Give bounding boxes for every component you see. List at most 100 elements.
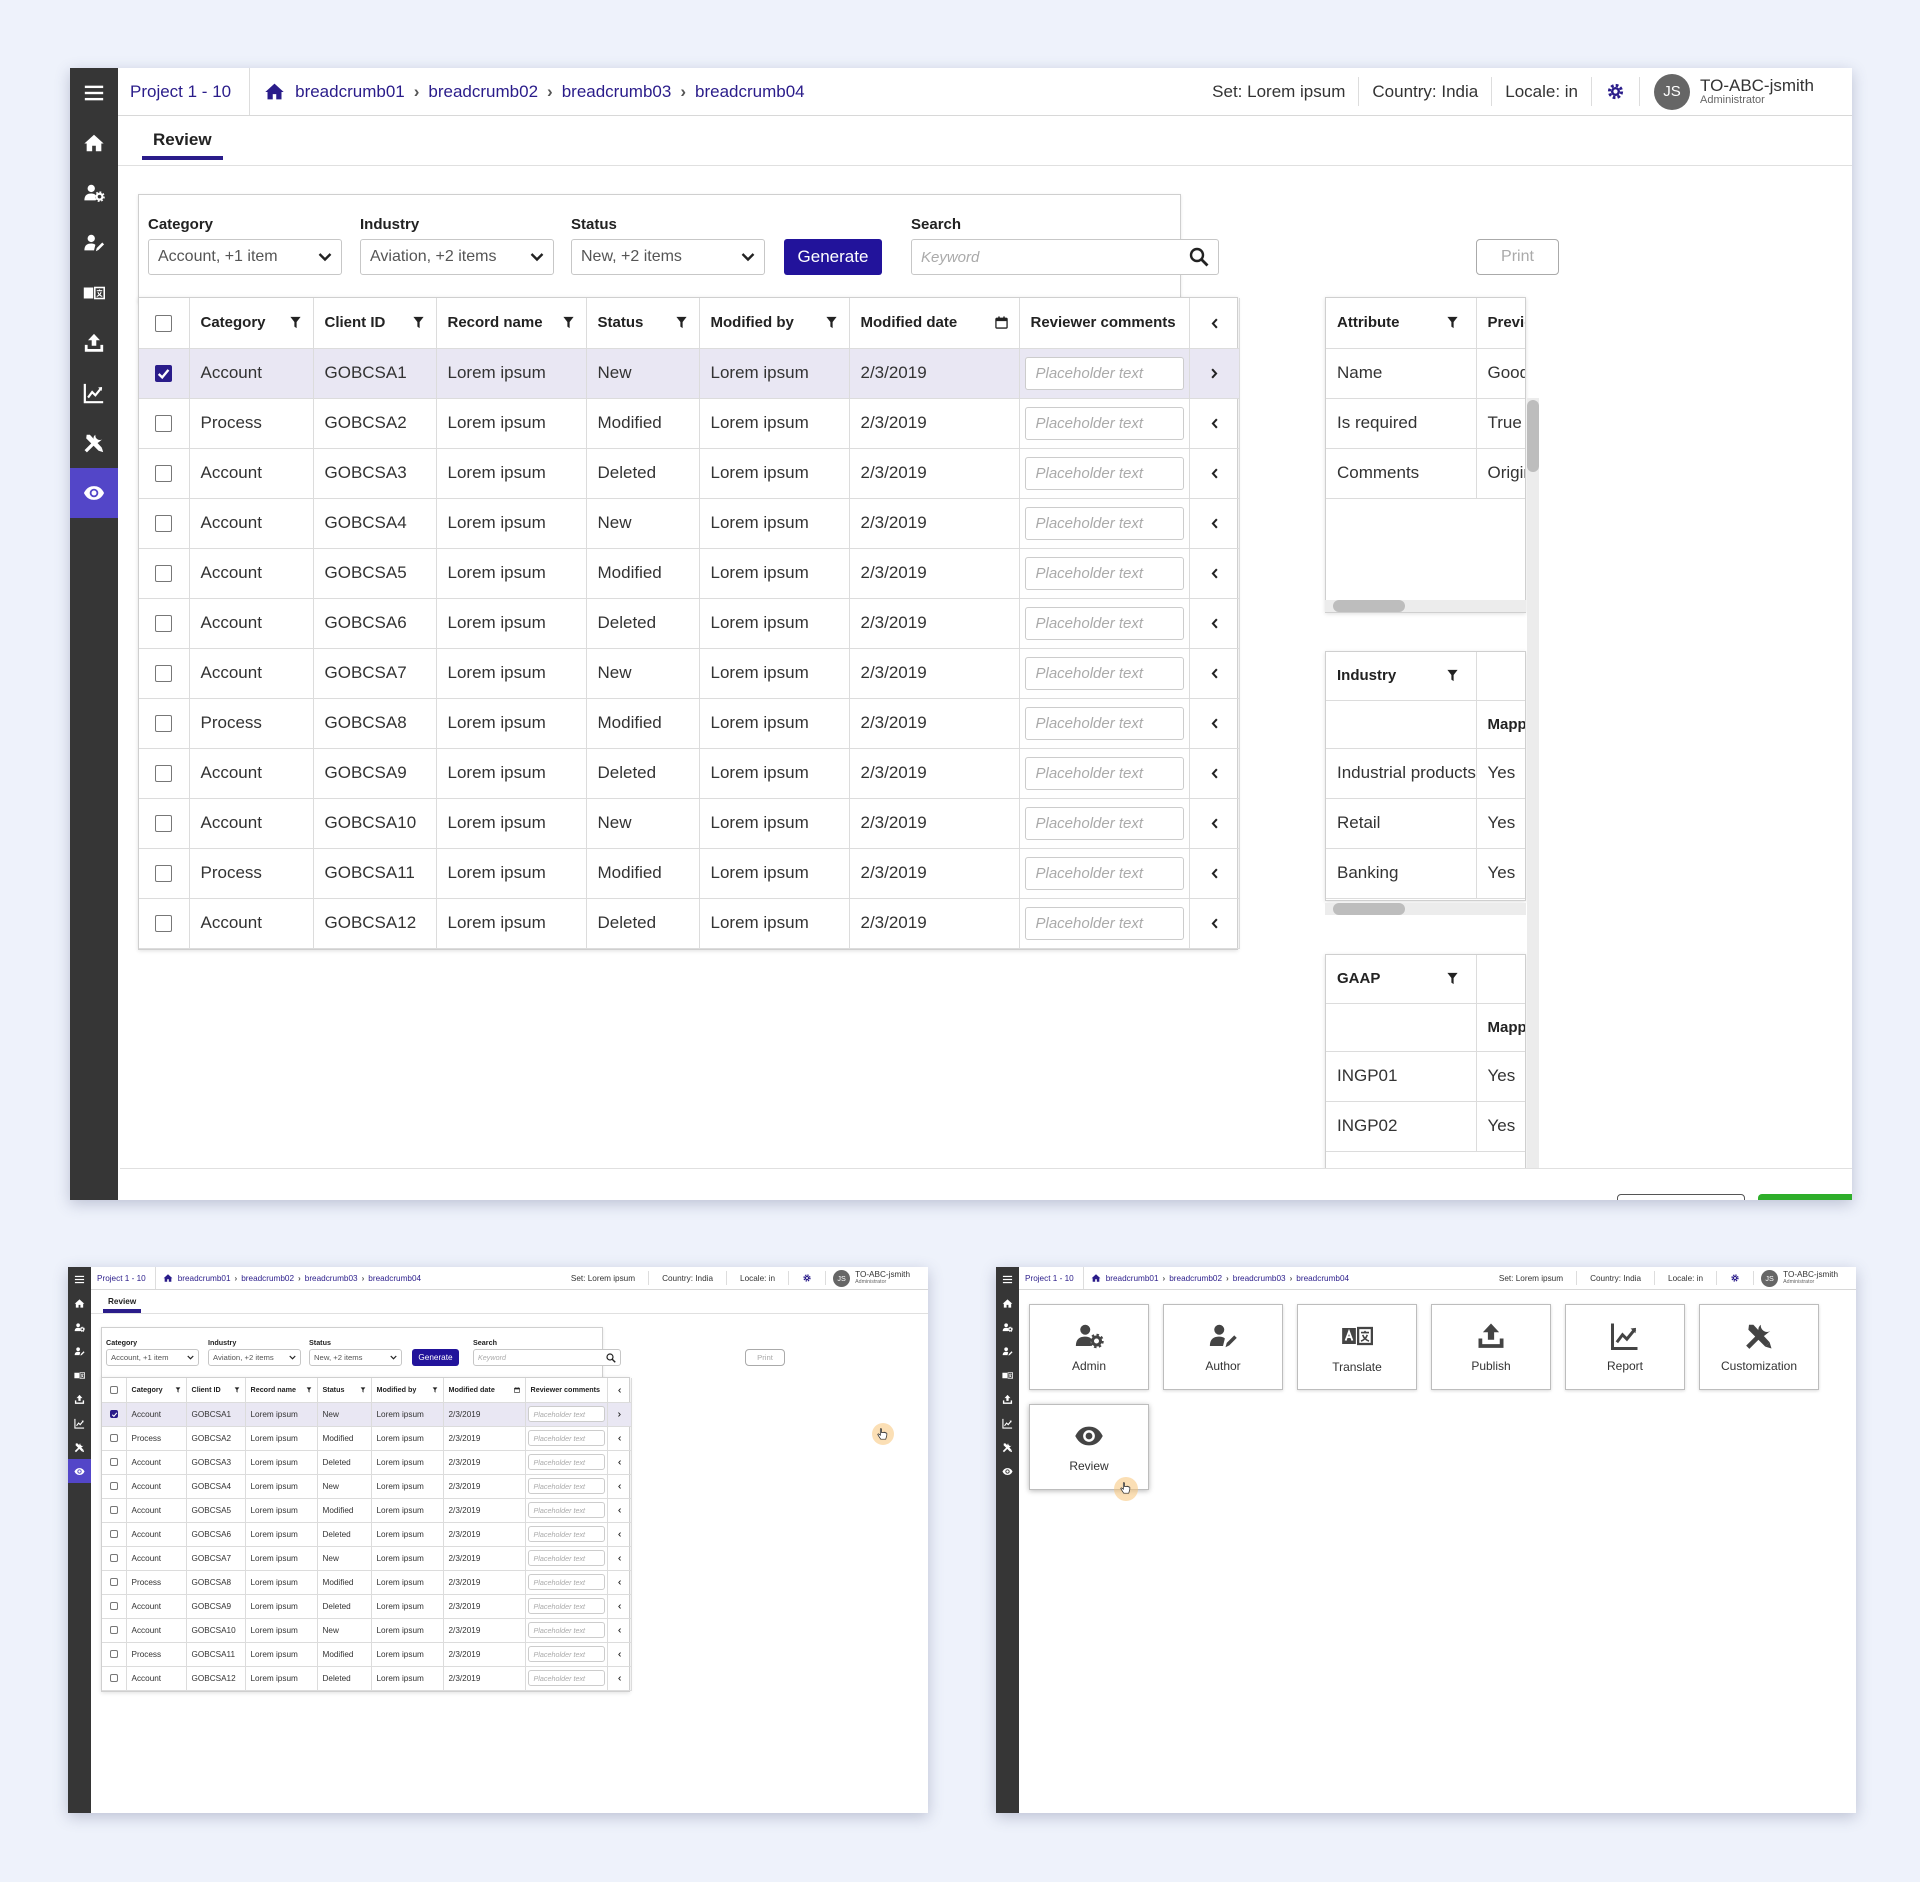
table-row[interactable]: Account GOBCSA3 Lorem ipsum Deleted Lorem ip… <box>139 448 1240 499</box>
nav-customization[interactable] <box>68 1435 91 1459</box>
breadcrumb-item[interactable]: breadcrumb04 <box>695 82 805 102</box>
breadcrumb-item[interactable]: breadcrumb01 <box>295 82 405 102</box>
table-row[interactable]: Account GOBCSA3 Lorem ipsum Deleted Lorem ip… <box>102 1450 632 1475</box>
reviewer-comment-input[interactable]: Placeholder text <box>527 1646 605 1662</box>
nav-translate[interactable] <box>70 268 118 318</box>
column-filter-button[interactable] <box>234 1387 240 1393</box>
row-expand-button[interactable] <box>1189 898 1240 949</box>
attribute-header[interactable]: Previous value <box>1476 298 1525 349</box>
row-checkbox[interactable] <box>155 465 173 483</box>
row-checkbox[interactable] <box>109 1650 118 1659</box>
reviewer-comment-input[interactable]: Placeholder text <box>1024 456 1184 490</box>
column-filter-button[interactable] <box>412 316 425 329</box>
nav-publish[interactable] <box>68 1387 91 1411</box>
table-row[interactable]: Process GOBCSA11 Lorem ipsum Modified Lorem … <box>102 1642 632 1667</box>
reviewer-comment-input[interactable]: Placeholder text <box>1024 856 1184 890</box>
nav-report[interactable] <box>70 368 118 418</box>
reviewer-comment-input[interactable]: Placeholder text <box>1024 656 1184 690</box>
row-expand-button[interactable] <box>607 1546 632 1571</box>
row-checkbox[interactable] <box>155 715 173 733</box>
row-expand-button[interactable] <box>607 1522 632 1547</box>
breadcrumb-item[interactable]: breadcrumb04 <box>1296 1274 1349 1283</box>
attribute-header[interactable]: Attribute <box>1326 298 1477 349</box>
row-checkbox[interactable] <box>155 815 173 833</box>
column-filter-button[interactable] <box>432 1387 438 1393</box>
table-row[interactable]: Account GOBCSA12 Lorem ipsum Deleted Lorem i… <box>102 1666 632 1691</box>
row-checkbox[interactable] <box>109 1626 118 1635</box>
avatar[interactable]: JS <box>833 1269 851 1287</box>
industry-select[interactable]: Aviation, +2 items <box>208 1349 301 1366</box>
settings-button[interactable] <box>1717 1271 1755 1285</box>
tab-review[interactable]: Review <box>103 1297 142 1313</box>
tile-publish[interactable]: Publish <box>1431 1304 1551 1390</box>
print-button[interactable]: Print <box>1476 239 1559 275</box>
column-filter-button[interactable] <box>675 316 688 329</box>
tab-review[interactable]: Review <box>142 130 223 160</box>
table-row[interactable]: Account GOBCSA9 Lorem ipsum Deleted Lorem ip… <box>139 748 1240 799</box>
reviewer-comment-input[interactable]: Placeholder text <box>527 1550 605 1566</box>
row-expanded-indicator[interactable] <box>1189 348 1240 399</box>
search-input[interactable]: Keyword <box>473 1349 621 1366</box>
row-expand-button[interactable] <box>1189 748 1240 799</box>
row-checkbox[interactable] <box>109 1458 118 1467</box>
column-header[interactable]: Reviewer comments <box>525 1378 608 1403</box>
column-header[interactable]: Modified date <box>849 298 1020 349</box>
nav-admin[interactable] <box>70 168 118 218</box>
row-expand-button[interactable] <box>1189 698 1240 749</box>
table-row[interactable]: Account GOBCSA7 Lorem ipsum New Lorem ipsum 2… <box>102 1546 632 1571</box>
breadcrumb-item[interactable]: breadcrumb02 <box>1169 1274 1222 1283</box>
tile-admin[interactable]: Admin <box>1029 1304 1149 1390</box>
column-filter-button[interactable] <box>289 316 302 329</box>
avatar[interactable]: JS <box>1654 73 1691 110</box>
tile-author[interactable]: Author <box>1163 1304 1283 1390</box>
table-row[interactable]: Process GOBCSA2 Lorem ipsum Modified Lorem i… <box>102 1426 632 1451</box>
reviewer-comment-input[interactable]: Placeholder text <box>1024 506 1184 540</box>
reviewer-comment-input[interactable]: Placeholder text <box>1024 756 1184 790</box>
breadcrumb-item[interactable]: breadcrumb02 <box>428 82 538 102</box>
nav-author[interactable] <box>996 1339 1019 1363</box>
row-checkbox[interactable] <box>109 1506 118 1515</box>
row-expand-button[interactable] <box>1189 848 1240 899</box>
approve-button[interactable]: Approve <box>1758 1194 1852 1200</box>
row-checkbox[interactable] <box>155 515 173 533</box>
row-checkbox[interactable] <box>155 415 173 433</box>
reviewer-comment-input[interactable]: Placeholder text <box>527 1454 605 1470</box>
row-expand-button[interactable] <box>1189 498 1240 549</box>
row-checkbox[interactable] <box>109 1674 118 1683</box>
nav-translate[interactable] <box>68 1363 91 1387</box>
breadcrumb-item[interactable]: breadcrumb03 <box>1233 1274 1286 1283</box>
reviewer-comment-input[interactable]: Placeholder text <box>527 1574 605 1590</box>
column-filter-button[interactable] <box>175 1387 181 1393</box>
nav-home[interactable] <box>996 1291 1019 1315</box>
nav-customization[interactable] <box>996 1435 1019 1459</box>
table-row[interactable]: Process GOBCSA2 Lorem ipsum Modified Lorem i… <box>139 398 1240 449</box>
status-select[interactable]: New, +2 items <box>571 239 765 275</box>
table-row[interactable]: Process GOBCSA11 Lorem ipsum Modified Lorem … <box>139 848 1240 899</box>
reviewer-comment-input[interactable]: Placeholder text <box>527 1670 605 1686</box>
column-header[interactable]: Reviewer comments <box>1019 298 1190 349</box>
row-checkbox[interactable] <box>155 765 173 783</box>
nav-home[interactable] <box>68 1291 91 1315</box>
row-checkbox[interactable] <box>155 865 173 883</box>
nav-author[interactable] <box>70 218 118 268</box>
project-link[interactable]: Project 1 - 10 <box>1025 1267 1084 1289</box>
column-header[interactable]: Category <box>189 298 314 349</box>
project-link[interactable]: Project 1 - 10 <box>97 1267 156 1289</box>
generate-button[interactable]: Generate <box>412 1349 459 1366</box>
table-row[interactable]: Account GOBCSA6 Lorem ipsum Deleted Lorem ip… <box>139 598 1240 649</box>
row-expand-button[interactable] <box>1189 598 1240 649</box>
collapse-panel-button[interactable] <box>1189 298 1240 349</box>
nav-menu[interactable] <box>70 68 118 118</box>
generate-button[interactable]: Generate <box>784 239 882 275</box>
project-link[interactable]: Project 1 - 10 <box>130 68 251 115</box>
side-panel-vertical-scrollbar[interactable] <box>1527 398 1539 1168</box>
industry-select[interactable]: Aviation, +2 items <box>360 239 554 275</box>
row-expand-button[interactable] <box>607 1594 632 1619</box>
table-row[interactable]: Account GOBCSA1 Lorem ipsum New Lorem ipsum 2… <box>102 1402 632 1427</box>
date-sort-button[interactable] <box>513 1386 520 1393</box>
row-checkbox[interactable] <box>155 915 173 933</box>
table-row[interactable]: Account GOBCSA10 Lorem ipsum New Lorem ipsum… <box>139 798 1240 849</box>
reviewer-comment-input[interactable]: Placeholder text <box>1024 706 1184 740</box>
nav-eye[interactable] <box>996 1459 1019 1483</box>
nav-author[interactable] <box>68 1339 91 1363</box>
